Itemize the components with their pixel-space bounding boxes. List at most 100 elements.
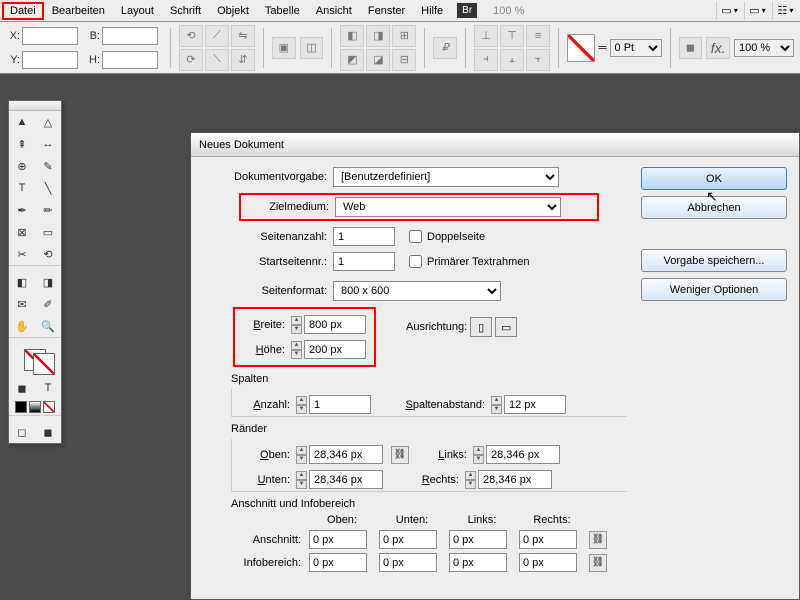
- menu-hilfe[interactable]: Hilfe: [413, 2, 451, 20]
- colcount-input[interactable]: [309, 395, 371, 414]
- menu-objekt[interactable]: Objekt: [209, 2, 257, 20]
- preset-select[interactable]: [Benutzerdefiniert]: [333, 167, 559, 187]
- orientation-portrait-icon[interactable]: ▯: [470, 317, 492, 337]
- height-spinner[interactable]: ▲▼: [291, 341, 302, 359]
- pages-input[interactable]: [333, 227, 395, 246]
- margin-link-icon[interactable]: ⛓: [391, 446, 409, 464]
- arrange-icon[interactable]: ☷: [772, 2, 798, 20]
- flip-v-icon[interactable]: ⇵: [231, 49, 255, 71]
- paragraph-icon[interactable]: ₽: [433, 37, 457, 59]
- apply-color-icon[interactable]: [15, 401, 27, 413]
- slug-bottom-input[interactable]: [379, 553, 437, 572]
- bleed-bottom-input[interactable]: [379, 530, 437, 549]
- align-2-icon[interactable]: ⊤: [500, 25, 524, 47]
- apply-text-icon[interactable]: T: [35, 377, 61, 399]
- bleed-top-input[interactable]: [309, 530, 367, 549]
- line-tool-icon[interactable]: ╲: [35, 177, 61, 199]
- wrap-3-icon[interactable]: ⊞: [392, 25, 416, 47]
- rect-tool-icon[interactable]: ▭: [35, 221, 61, 243]
- height-input[interactable]: [304, 340, 366, 359]
- margin-left-spinner[interactable]: ▲▼: [473, 446, 484, 464]
- pagesize-select[interactable]: 800 x 600: [333, 281, 501, 301]
- margin-left-input[interactable]: [486, 445, 560, 464]
- rotate-icon[interactable]: ⟲: [179, 25, 203, 47]
- menu-schrift[interactable]: Schrift: [162, 2, 209, 20]
- margin-right-input[interactable]: [478, 470, 552, 489]
- stroke-swatch-tool[interactable]: [33, 353, 55, 375]
- text-tool-icon[interactable]: T: [9, 177, 35, 199]
- shear-icon[interactable]: ⟋: [205, 25, 229, 47]
- screen-mode-icon[interactable]: ▭: [744, 2, 770, 20]
- select-container-icon[interactable]: ◫: [300, 37, 324, 59]
- bleed-link-icon[interactable]: ⛓: [589, 531, 607, 549]
- pen-tool-icon[interactable]: ✒: [9, 199, 35, 221]
- menu-tabelle[interactable]: Tabelle: [257, 2, 308, 20]
- margin-bottom-input[interactable]: [309, 470, 383, 489]
- slug-left-input[interactable]: [449, 553, 507, 572]
- fill-swatch[interactable]: [567, 34, 595, 62]
- wrap-1-icon[interactable]: ◧: [340, 25, 364, 47]
- align-6-icon[interactable]: ⫟: [526, 49, 550, 71]
- bleed-left-input[interactable]: [449, 530, 507, 549]
- ok-button[interactable]: OK: [641, 167, 787, 190]
- fx-icon[interactable]: fx.: [706, 37, 730, 59]
- eyedropper-tool-icon[interactable]: ✐: [35, 293, 61, 315]
- apply-container-icon[interactable]: ◼: [9, 377, 35, 399]
- menu-layout[interactable]: Layout: [113, 2, 162, 20]
- panel-grip[interactable]: [9, 101, 61, 111]
- x-input[interactable]: [22, 27, 78, 45]
- bleed-right-input[interactable]: [519, 530, 577, 549]
- gap-tool-icon[interactable]: ↔: [35, 133, 61, 155]
- orientation-landscape-icon[interactable]: ▭: [495, 317, 517, 337]
- fewer-options-button[interactable]: Weniger Optionen: [641, 278, 787, 301]
- select-content-icon[interactable]: ▣: [272, 37, 296, 59]
- margin-bottom-spinner[interactable]: ▲▼: [296, 471, 307, 489]
- rotate2-icon[interactable]: ⟳: [179, 49, 203, 71]
- frame-rect-tool-icon[interactable]: ⊠: [9, 221, 35, 243]
- intent-select[interactable]: Web: [335, 197, 561, 217]
- type-tool-icon[interactable]: ✎: [35, 155, 61, 177]
- align-4-icon[interactable]: ⫞: [474, 49, 498, 71]
- gradient-feather-tool-icon[interactable]: ◨: [35, 271, 61, 293]
- bridge-badge[interactable]: Br: [457, 3, 477, 18]
- shear2-icon[interactable]: ⟍: [205, 49, 229, 71]
- w-input[interactable]: [102, 27, 158, 45]
- shadow-icon[interactable]: ◼: [679, 37, 703, 59]
- view-preview-icon[interactable]: ◼: [35, 421, 61, 443]
- start-input[interactable]: [333, 252, 395, 271]
- gradient-swatch-tool-icon[interactable]: ◧: [9, 271, 35, 293]
- menu-ansicht[interactable]: Ansicht: [308, 2, 360, 20]
- facing-checkbox[interactable]: [409, 230, 422, 243]
- wrap-2-icon[interactable]: ◨: [366, 25, 390, 47]
- align-5-icon[interactable]: ⫠: [500, 49, 524, 71]
- colcount-spinner[interactable]: ▲▼: [296, 396, 307, 414]
- apply-gradient-icon[interactable]: [29, 401, 41, 413]
- page-tool-icon[interactable]: ⇞: [9, 133, 35, 155]
- zoom-tool-icon[interactable]: 🔍: [35, 315, 61, 337]
- width-spinner[interactable]: ▲▼: [291, 316, 302, 334]
- direct-select-tool-icon[interactable]: △: [35, 111, 61, 133]
- cancel-button[interactable]: Abbrechen: [641, 196, 787, 219]
- view-mode-icon[interactable]: ▭: [716, 2, 742, 20]
- stroke-weight-select[interactable]: 0 Pt: [610, 39, 662, 57]
- gutter-input[interactable]: [504, 395, 566, 414]
- wrap-4-icon[interactable]: ◩: [340, 49, 364, 71]
- slug-right-input[interactable]: [519, 553, 577, 572]
- slug-top-input[interactable]: [309, 553, 367, 572]
- slug-link-icon[interactable]: ⛓: [589, 554, 607, 572]
- content-tool-icon[interactable]: ⊕: [9, 155, 35, 177]
- align-1-icon[interactable]: ⊥: [474, 25, 498, 47]
- align-3-icon[interactable]: ≡: [526, 25, 550, 47]
- dialog-titlebar[interactable]: Neues Dokument: [191, 133, 799, 157]
- menu-datei[interactable]: Datei: [2, 2, 44, 20]
- transform-tool-icon[interactable]: ⟲: [35, 243, 61, 265]
- hand-tool-icon[interactable]: ✋: [9, 315, 35, 337]
- flip-h-icon[interactable]: ⇋: [231, 25, 255, 47]
- save-preset-button[interactable]: Vorgabe speichern...: [641, 249, 787, 272]
- view-normal-icon[interactable]: ◻: [9, 421, 35, 443]
- h-input[interactable]: [102, 51, 158, 69]
- pencil-tool-icon[interactable]: ✏: [35, 199, 61, 221]
- margin-right-spinner[interactable]: ▲▼: [465, 471, 476, 489]
- menu-fenster[interactable]: Fenster: [360, 2, 413, 20]
- scissors-tool-icon[interactable]: ✂: [9, 243, 35, 265]
